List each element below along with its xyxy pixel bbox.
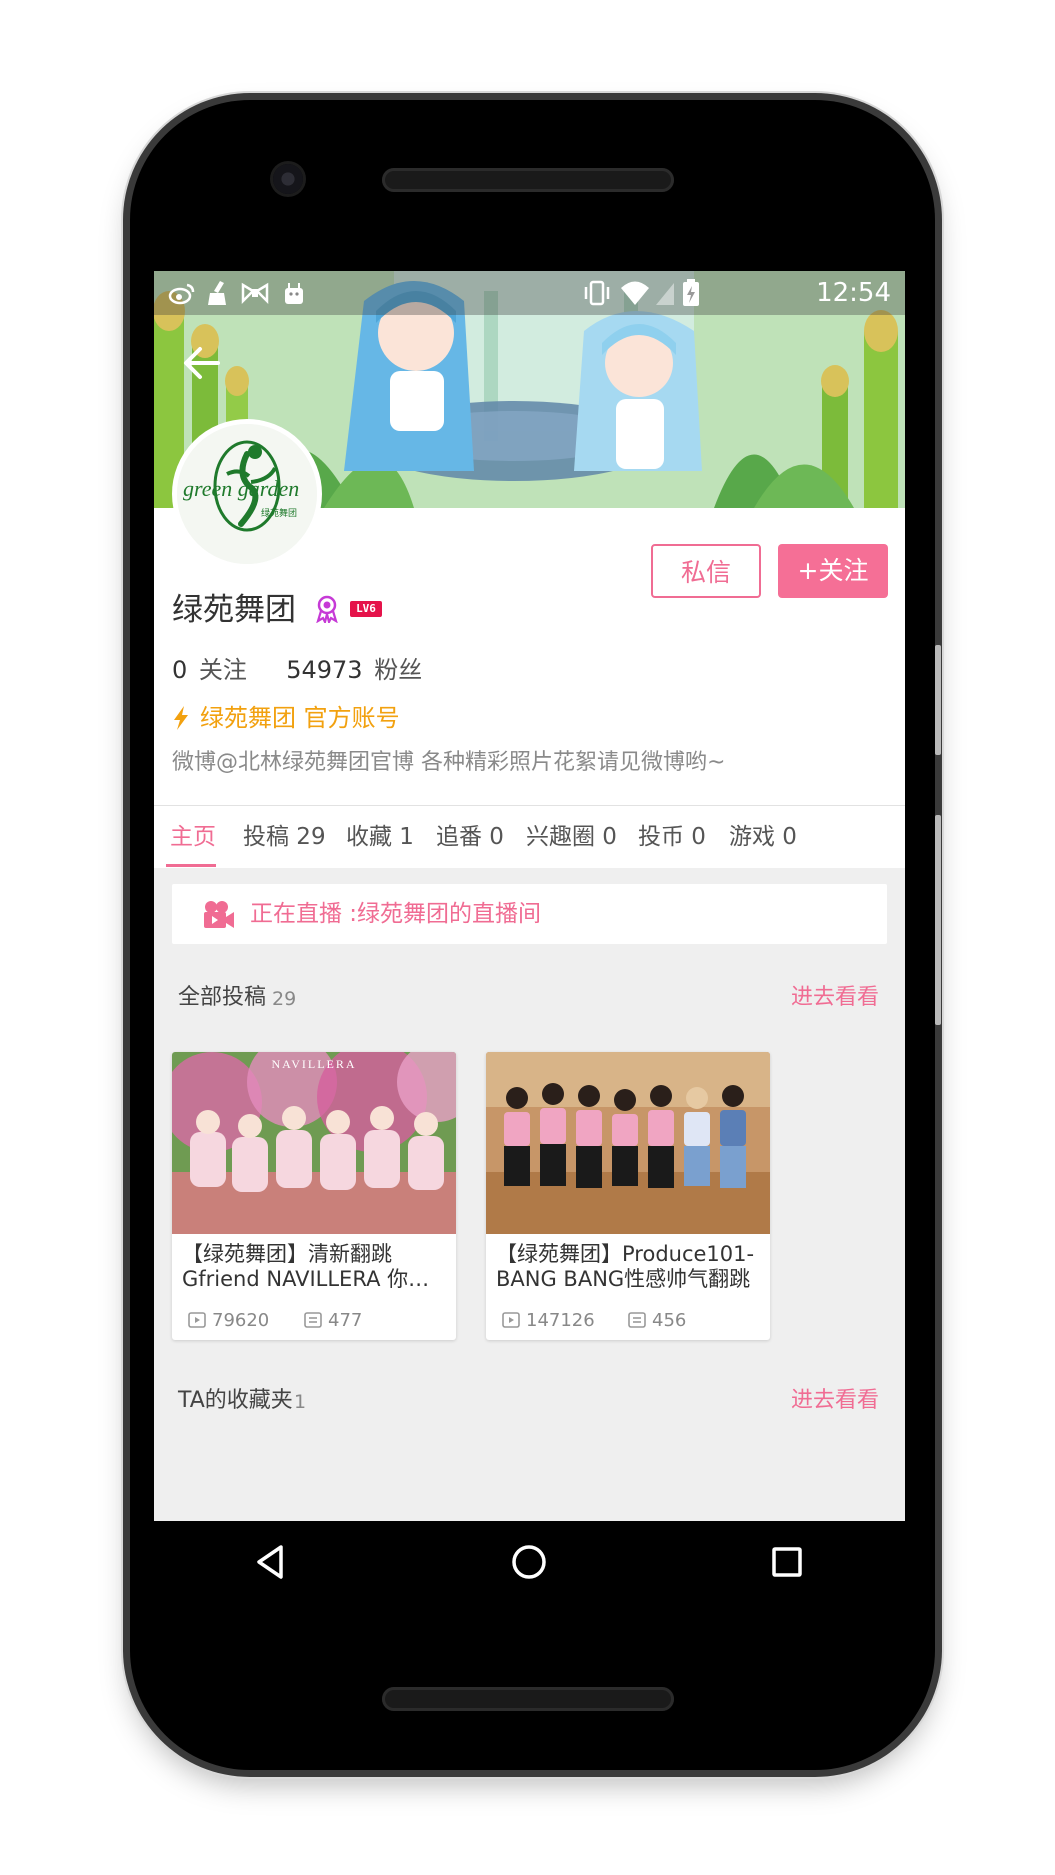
favorites-more-link[interactable]: 进去看看 (791, 1384, 879, 1418)
video-title-line-2: BANG BANG性感帅气翻跳 (496, 1267, 751, 1291)
video-card[interactable]: 【绿苑舞团】Produce101- BANG BANG性感帅气翻跳 147126… (486, 1052, 770, 1340)
profile-stats: 0 关注 54973 粉丝 (172, 653, 426, 687)
comment-count-icon (628, 1312, 646, 1328)
nav-home-icon[interactable] (506, 1539, 552, 1585)
nav-recents-icon[interactable] (764, 1539, 810, 1585)
bottom-speaker (382, 1687, 674, 1711)
profile-bio: 微博@北林绿苑舞团官博 各种精彩照片花絮请见微博哟~ (172, 750, 726, 775)
green-garden-logo: green garden 绿苑舞团 (177, 424, 317, 564)
tab-games[interactable]: 游戏 0 (729, 806, 797, 868)
vibrate-icon (584, 280, 610, 306)
avatar[interactable]: green garden 绿苑舞团 (172, 419, 322, 569)
following-count[interactable]: 0 (172, 656, 187, 684)
tab-submissions[interactable]: 投稿 29 (243, 806, 326, 868)
avatar-logo-text: green garden (183, 476, 299, 501)
status-bar: 12:54 (154, 271, 905, 315)
submissions-more-link[interactable]: 进去看看 (791, 981, 879, 1015)
battery-charging-icon (683, 279, 699, 306)
tab-coins[interactable]: 投币 0 (638, 806, 706, 868)
back-arrow-icon[interactable] (182, 343, 222, 383)
medal-icon (316, 595, 338, 623)
level-badge: LV6 (350, 601, 382, 617)
following-label[interactable]: 关注 (199, 656, 247, 684)
play-count-icon (188, 1312, 206, 1328)
tab-bangumi[interactable]: 追番 0 (436, 806, 504, 868)
lightning-icon (174, 706, 188, 730)
weibo-icon (168, 283, 195, 305)
signal-icon (656, 283, 674, 305)
thumbnail-caption: NAVILLERA (271, 1057, 356, 1071)
avatar-logo-subtext: 绿苑舞团 (261, 507, 297, 519)
cleaner-icon (208, 281, 226, 305)
follow-button[interactable]: +关注 (778, 544, 888, 598)
app-screen: 12:54 green garden 绿苑舞团 私信 +关注 绿苑舞团 LV6 … (154, 271, 905, 1521)
profile-name: 绿苑舞团 (172, 592, 296, 628)
video-title-line-1: 【绿苑舞团】Produce101- (496, 1242, 755, 1266)
top-speaker (382, 168, 674, 192)
submissions-section-count: 29 (272, 988, 297, 1010)
video-card[interactable]: NAVILLERA 【绿苑舞团】清新翻跳 Gfriend NAVILLERA 你… (172, 1052, 456, 1340)
profile-tabs: 主页 投稿 29 收藏 1 追番 0 兴趣圈 0 投币 0 游戏 0 (154, 806, 905, 868)
favorites-section-title: TA的收藏夹 (178, 1388, 293, 1413)
bow-icon (241, 282, 269, 305)
video-thumbnail (486, 1052, 770, 1234)
wifi-icon (621, 281, 649, 305)
video-title-line-2: Gfriend NAVILLERA 你还… (182, 1267, 446, 1291)
tab-interest-circle[interactable]: 兴趣圈 0 (526, 806, 617, 868)
tab-indicator (166, 864, 216, 867)
status-time: 12:54 (816, 278, 891, 308)
front-camera (273, 164, 303, 194)
followers-label[interactable]: 粉丝 (374, 656, 422, 684)
view-count: 79620 (212, 1310, 270, 1331)
submissions-section-title: 全部投稿 (178, 985, 267, 1010)
volume-button (935, 815, 941, 1025)
power-button (935, 645, 941, 755)
live-camera-icon (204, 901, 234, 928)
message-button[interactable]: 私信 (651, 544, 761, 598)
tab-favorites[interactable]: 收藏 1 (346, 806, 414, 868)
navigation-bar (154, 1521, 905, 1605)
tab-home[interactable]: 主页 (170, 806, 216, 868)
live-room-text: 正在直播 :绿苑舞团的直播间 (250, 901, 542, 927)
comment-count: 456 (652, 1310, 687, 1331)
play-count-icon (502, 1312, 520, 1328)
followers-count[interactable]: 54973 (286, 656, 362, 684)
live-room-card[interactable]: 正在直播 :绿苑舞团的直播间 (172, 884, 887, 944)
favorites-section-count: 1 (294, 1391, 307, 1413)
comment-count-icon (304, 1312, 322, 1328)
content-area: 正在直播 :绿苑舞团的直播间 全部投稿 29 进去看看 NAVILLERA 【绿… (154, 868, 905, 1521)
nav-back-icon[interactable] (249, 1539, 295, 1585)
view-count: 147126 (526, 1310, 595, 1331)
video-thumbnail: NAVILLERA (172, 1052, 456, 1234)
video-title-line-1: 【绿苑舞团】清新翻跳 (182, 1242, 392, 1266)
android-icon (285, 283, 303, 304)
official-account-label: 绿苑舞团 官方账号 (200, 704, 400, 732)
comment-count: 477 (328, 1310, 363, 1331)
